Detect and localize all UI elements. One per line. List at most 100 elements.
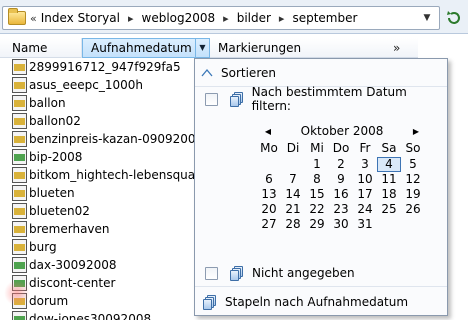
stack-icon — [203, 295, 217, 310]
calendar-day[interactable]: 27 — [257, 217, 281, 232]
calendar-day[interactable]: 26 — [401, 202, 425, 217]
file-list-item[interactable]: discont-center — [0, 274, 200, 292]
file-list-item[interactable]: dow-jones30092008 — [0, 310, 200, 320]
file-name: bremerhaven — [29, 222, 110, 236]
calendar-day[interactable]: 11 — [377, 172, 401, 187]
file-list-item[interactable]: ballon02 — [0, 112, 200, 130]
sort-menu-item[interactable]: Sortieren — [195, 63, 447, 83]
jpg-file-icon — [12, 239, 27, 255]
breadcrumb-item[interactable]: weblog2008 — [142, 11, 216, 25]
calendar-day[interactable]: 12 — [401, 172, 425, 187]
calendar-day[interactable]: 20 — [257, 202, 281, 217]
calendar-day[interactable]: 7 — [281, 172, 305, 187]
calendar-day[interactable]: 22 — [305, 202, 329, 217]
calendar-empty-cell — [281, 157, 305, 172]
file-name: dax-30092008 — [29, 258, 117, 272]
calendar-weekday-label: Fr — [359, 141, 371, 155]
calendar-day[interactable]: 23 — [329, 202, 353, 217]
chevron-down-icon[interactable]: ▼ — [414, 6, 440, 30]
calendar-day[interactable]: 31 — [353, 217, 377, 232]
date-picker-calendar[interactable]: ◀ Oktober 2008 ▶ Mo Di Mi Do Fr Sa So 1 2 3 4 5 6 7 8 9… — [257, 121, 427, 241]
gif-file-icon — [12, 257, 27, 273]
not-specified-checkbox[interactable] — [205, 266, 218, 280]
stack-by-date-item[interactable]: Stapeln nach Aufnahmedatum — [195, 291, 447, 313]
calendar-weekday-label: Di — [286, 141, 300, 155]
calendar-next-month-button[interactable]: ▶ — [411, 127, 421, 136]
calendar-day[interactable]: 29 — [305, 217, 329, 232]
file-name: dorum — [29, 294, 69, 308]
chevron-down-icon[interactable]: ▼ — [195, 38, 209, 57]
calendar-day[interactable]: 19 — [401, 187, 425, 202]
jpg-file-icon — [12, 59, 27, 75]
file-name: blueten02 — [29, 204, 90, 218]
filter-by-date-label: Nach bestimmtem Datum filtern: — [251, 85, 407, 113]
stack-icon — [230, 266, 244, 281]
calendar-prev-month-button[interactable]: ◀ — [263, 127, 273, 136]
refresh-icon[interactable] — [442, 6, 466, 30]
file-list-item[interactable]: blueten — [0, 184, 200, 202]
file-list-item[interactable]: ballon — [0, 94, 200, 112]
calendar-day[interactable]: 18 — [377, 187, 401, 202]
column-header-tags-label: Markierungen — [218, 40, 302, 55]
column-header-date[interactable]: Aufnahmedatum ▼ — [82, 37, 210, 58]
breadcrumb-chevron-icon[interactable]: ▸ — [223, 12, 229, 25]
stack-by-date-label: Stapeln nach Aufnahmedatum — [225, 295, 409, 309]
file-list-item[interactable]: bitkom_hightech-lebensqualita — [0, 166, 214, 184]
calendar-day[interactable]: 28 — [281, 217, 305, 232]
file-list-item[interactable]: benzinpreis-kazan-09092008 — [0, 130, 204, 148]
calendar-day[interactable]: 30 — [329, 217, 353, 232]
calendar-day[interactable]: 15 — [305, 187, 329, 202]
calendar-day[interactable]: 6 — [257, 172, 281, 187]
calendar-day[interactable]: 25 — [377, 202, 401, 217]
filter-by-date-checkbox[interactable] — [205, 92, 218, 106]
not-specified-item[interactable]: Nicht angegeben — [195, 263, 447, 283]
calendar-day[interactable]: 10 — [353, 172, 377, 187]
file-name: asus_eeepc_1000h — [29, 78, 143, 92]
breadcrumb-chevron-icon[interactable]: ▸ — [279, 12, 285, 25]
calendar-day[interactable]: 3 — [353, 157, 377, 172]
calendar-day[interactable]: 1 — [305, 157, 329, 172]
file-list-item[interactable]: dorum — [0, 292, 200, 310]
file-name: discont-center — [29, 276, 116, 290]
file-list-item[interactable]: asus_eeepc_1000h — [0, 76, 200, 94]
calendar-day[interactable]: 13 — [257, 187, 281, 202]
filter-by-date-item[interactable]: Nach bestimmtem Datum filtern: — [195, 85, 447, 113]
calendar-day-selected[interactable]: 4 — [377, 157, 401, 172]
calendar-weekday-label: Mi — [310, 141, 324, 155]
file-name: bitkom_hightech-lebensqualita — [29, 168, 214, 182]
file-name: 2899916712_947f929fa5 — [29, 60, 181, 74]
calendar-day[interactable]: 24 — [353, 202, 377, 217]
file-list-item[interactable]: blueten02 — [0, 202, 200, 220]
more-columns-icon[interactable]: » — [393, 41, 460, 55]
file-list-item[interactable]: burg — [0, 238, 200, 256]
calendar-day[interactable]: 8 — [305, 172, 329, 187]
file-list-item[interactable]: bip-2008 — [0, 148, 200, 166]
calendar-month-title[interactable]: Oktober 2008 — [273, 124, 411, 138]
file-name: benzinpreis-kazan-09092008 — [29, 132, 204, 146]
calendar-day[interactable]: 14 — [281, 187, 305, 202]
calendar-day[interactable]: 9 — [329, 172, 353, 187]
column-header-tags[interactable]: Markierungen — [210, 38, 390, 58]
breadcrumb-chevron-icon[interactable]: ▸ — [128, 12, 134, 25]
file-list-item[interactable]: 2899916712_947f929fa5 — [0, 58, 200, 76]
address-box[interactable]: « Index Storyal ▸ weblog2008 ▸ bilder ▸ … — [2, 6, 440, 30]
calendar-header: ◀ Oktober 2008 ▶ — [257, 121, 427, 141]
column-header-name[interactable]: Name — [0, 37, 82, 58]
calendar-day[interactable]: 21 — [281, 202, 305, 217]
file-name: ballon02 — [29, 114, 81, 128]
calendar-day[interactable]: 17 — [353, 187, 377, 202]
breadcrumb-overflow-chevron[interactable]: « — [30, 12, 37, 25]
file-list-item[interactable]: bremerhaven — [0, 220, 200, 238]
jpg-file-icon — [12, 113, 27, 129]
cursor-highlight — [4, 280, 30, 306]
calendar-day[interactable]: 16 — [329, 187, 353, 202]
file-name: burg — [29, 240, 57, 254]
not-specified-label: Nicht angegeben — [252, 266, 355, 280]
breadcrumb-item[interactable]: Index Storyal — [41, 11, 120, 25]
calendar-day[interactable]: 2 — [329, 157, 353, 172]
calendar-day[interactable]: 5 — [401, 157, 425, 172]
file-list-item[interactable]: dax-30092008 — [0, 256, 200, 274]
calendar-empty-cell — [257, 157, 281, 172]
breadcrumb-item[interactable]: september — [292, 11, 357, 25]
breadcrumb-item[interactable]: bilder — [237, 11, 271, 25]
